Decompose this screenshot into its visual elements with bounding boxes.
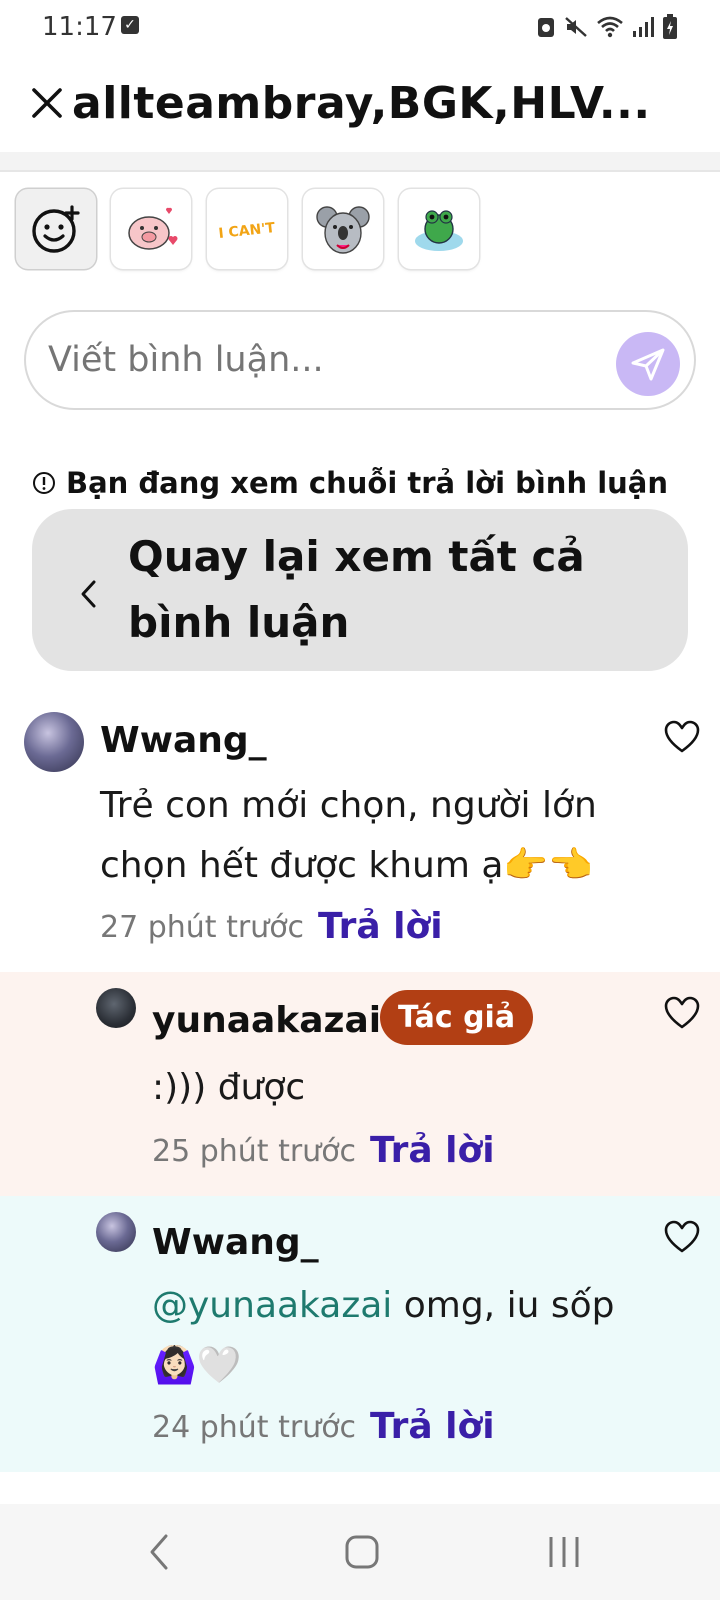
- avatar[interactable]: [96, 1212, 136, 1252]
- reply-button[interactable]: Trả lời: [370, 1406, 495, 1447]
- post-title: allteambray,BGK,HLV...: [72, 78, 651, 129]
- nav-home-icon[interactable]: [344, 1534, 380, 1570]
- svg-text:I CAN'T: I CAN'T: [218, 220, 277, 242]
- pig-sticker-icon: [128, 207, 178, 250]
- comment-input[interactable]: [24, 310, 696, 410]
- info-icon: [33, 472, 55, 494]
- frog-sticker-icon: [415, 210, 463, 251]
- mute-icon: [565, 17, 587, 37]
- mention-link[interactable]: @yunaakazai: [152, 1285, 392, 1326]
- comment-username[interactable]: yunaakazai: [152, 1000, 381, 1041]
- signal-icon: [633, 17, 654, 37]
- sticker-koala[interactable]: [303, 189, 383, 269]
- header-divider: [0, 152, 720, 172]
- comment-time: 24 phút trước: [152, 1410, 357, 1445]
- status-icons: [536, 14, 678, 40]
- comment-username[interactable]: Wwang_: [100, 720, 267, 761]
- i-cant-sticker-icon: I CAN'T: [218, 220, 277, 242]
- send-button[interactable]: [616, 332, 680, 396]
- add-emoji-icon: [32, 205, 80, 253]
- nav-back-icon[interactable]: [146, 1532, 172, 1572]
- avatar[interactable]: [96, 988, 136, 1028]
- close-icon[interactable]: [30, 86, 64, 120]
- reply-button[interactable]: Trả lời: [370, 1130, 495, 1171]
- nav-recents-icon[interactable]: [546, 1534, 582, 1570]
- chevron-left-icon: [81, 580, 96, 608]
- wifi-icon: [597, 16, 623, 38]
- thread-notice-text: Bạn đang xem chuỗi trả lời bình luận: [66, 466, 668, 500]
- send-icon: [631, 348, 665, 381]
- comment-text: @yunaakazai omg, iu sốp 🙆🏻‍♀️🤍: [152, 1276, 622, 1396]
- heart-icon[interactable]: [664, 996, 700, 1030]
- sticker-i-cant[interactable]: I CAN'T: [207, 189, 287, 269]
- comment-text: Trẻ con mới chọn, người lớn chọn hết đượ…: [100, 785, 597, 886]
- sticker-pig[interactable]: [111, 189, 191, 269]
- recycle-icon: [538, 18, 554, 37]
- thread-notice: Bạn đang xem chuỗi trả lời bình luận: [32, 466, 668, 500]
- heart-icon[interactable]: [664, 1220, 700, 1254]
- back-to-all-comments-label: Quay lại xem tất cả bình luận: [128, 532, 585, 647]
- status-time: 11:17: [42, 12, 117, 42]
- heart-icon[interactable]: [664, 720, 700, 754]
- checkbox-notification-icon: ✓: [121, 16, 139, 34]
- comment-time: 27 phút trước: [100, 910, 305, 945]
- comment-text: :))) được: [152, 1067, 306, 1108]
- sticker-frog[interactable]: [399, 189, 479, 269]
- author-badge: Tác giả: [380, 990, 534, 1045]
- battery-icon: [663, 14, 677, 39]
- comment-time: 25 phút trước: [152, 1134, 357, 1169]
- koala-sticker-icon: [316, 206, 370, 254]
- reply-button[interactable]: Trả lời: [318, 906, 443, 947]
- add-emoji-button[interactable]: [16, 189, 96, 269]
- avatar[interactable]: [24, 712, 84, 772]
- comment-username[interactable]: Wwang_: [152, 1222, 319, 1263]
